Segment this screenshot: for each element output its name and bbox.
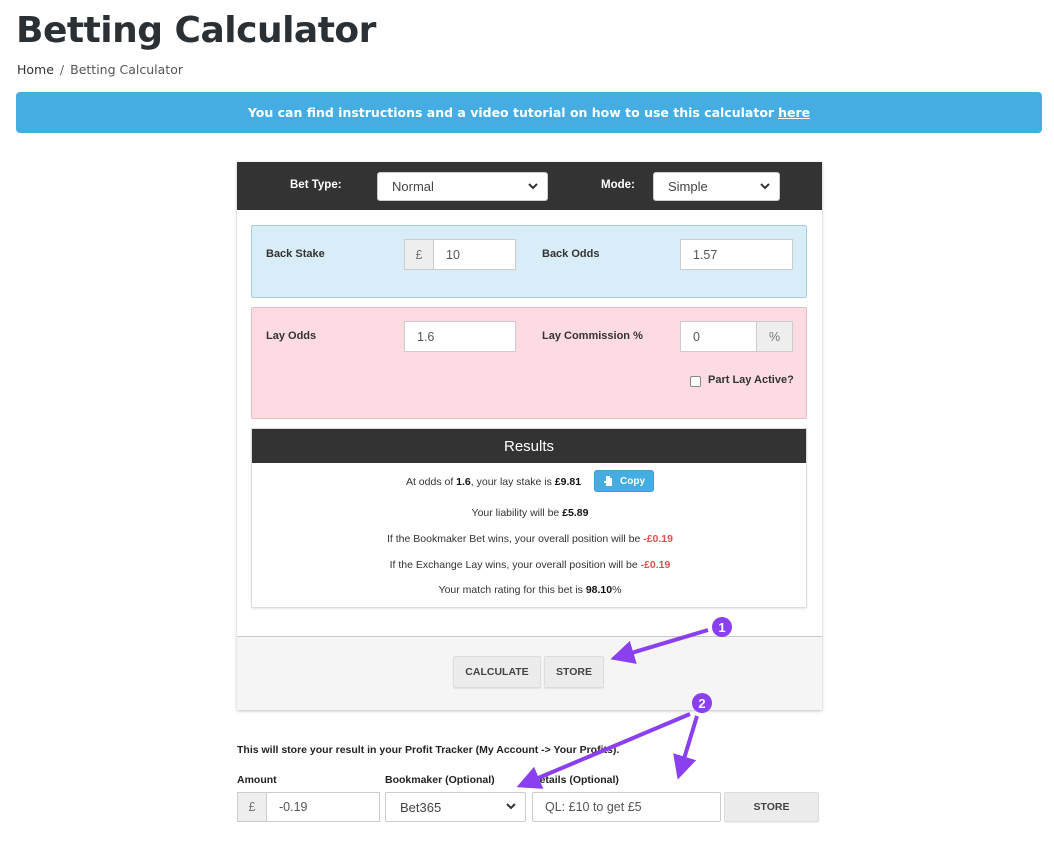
amount-currency-addon: £: [237, 792, 267, 822]
breadcrumb-home-link[interactable]: Home: [17, 62, 54, 77]
results-title: Results: [252, 429, 806, 463]
chevron-down-icon: [506, 803, 516, 810]
breadcrumb-current: Betting Calculator: [70, 62, 183, 77]
liability-value: £5.89: [562, 507, 589, 519]
store-button[interactable]: STORE: [544, 656, 604, 688]
back-bet-section: Back Stake £ 10 Back Odds 1.57: [251, 225, 807, 298]
liability-text: Your liability will be: [471, 507, 563, 519]
bookmaker-label: Bookmaker (Optional): [385, 774, 495, 786]
bet-type-label: Bet Type:: [290, 179, 342, 191]
bookmaker-value: Bet365: [400, 799, 442, 815]
lay-stake-value: £9.81: [554, 475, 582, 488]
copy-button[interactable]: Copy: [594, 470, 655, 492]
banner-here-link[interactable]: here: [778, 105, 810, 120]
bookmaker-wins-line: If the Bookmaker Bet wins, your overall …: [252, 533, 808, 545]
store-note: This will store your result in your Prof…: [237, 744, 620, 756]
part-lay-checkbox[interactable]: [690, 376, 701, 387]
calculator-panel: Bet Type: Normal Mode: Simple Back Stake…: [237, 162, 822, 710]
bookmaker-select[interactable]: Bet365: [385, 792, 526, 822]
calculator-footer: CALCULATE STORE: [237, 636, 822, 710]
amount-label: Amount: [237, 774, 277, 786]
match-rating-value: 98.10: [585, 584, 613, 596]
match-rating-line: Your match rating for this bet is 98.10%: [252, 584, 808, 596]
mode-value: Simple: [668, 179, 708, 194]
copy-hand-icon: [604, 476, 613, 486]
part-lay-label: Part Lay Active?: [708, 374, 794, 386]
lay-stake-line: At odds of 1.6, your lay stake is £9.81 …: [252, 470, 808, 493]
mode-label: Mode:: [601, 179, 635, 191]
back-odds-input[interactable]: 1.57: [680, 239, 793, 270]
page-title: Betting Calculator: [16, 10, 376, 51]
bookmaker-wins-text: If the Bookmaker Bet wins, your overall …: [387, 533, 644, 545]
breadcrumb: Home / Betting Calculator: [17, 62, 183, 77]
mode-select[interactable]: Simple: [653, 172, 780, 201]
store-result-button[interactable]: STORE: [724, 792, 819, 822]
match-rating-text: Your match rating for this bet is: [438, 584, 586, 596]
chevron-down-icon: [528, 183, 538, 190]
bet-type-value: Normal: [392, 179, 434, 194]
lay-stake-text-mid: , your lay stake is: [470, 475, 555, 488]
breadcrumb-separator: /: [59, 62, 65, 77]
calculator-header: Bet Type: Normal Mode: Simple: [237, 162, 822, 210]
liability-line: Your liability will be £5.89: [252, 507, 808, 519]
results-panel: Results At odds of 1.6, your lay stake i…: [251, 428, 807, 608]
lay-commission-input[interactable]: 0: [680, 321, 757, 352]
lay-odds-input[interactable]: 1.6: [404, 321, 516, 352]
lay-odds-value: 1.6: [456, 475, 471, 488]
back-stake-input[interactable]: 10: [433, 239, 516, 270]
exchange-wins-text: If the Exchange Lay wins, your overall p…: [389, 559, 641, 571]
currency-addon: £: [404, 239, 434, 270]
calculate-button[interactable]: CALCULATE: [453, 656, 541, 688]
bookmaker-wins-value: -£0.19: [643, 533, 673, 545]
instructions-banner: You can find instructions and a video tu…: [16, 92, 1042, 133]
copy-button-label: Copy: [620, 475, 646, 487]
lay-bet-section: Lay Odds 1.6 Lay Commission % 0 % Part L…: [251, 307, 807, 419]
percent-addon: %: [756, 321, 793, 352]
match-rating-suffix: %: [612, 584, 622, 596]
lay-commission-label: Lay Commission %: [542, 330, 643, 342]
lay-stake-text: At odds of: [405, 475, 457, 488]
lay-odds-label: Lay Odds: [266, 330, 317, 342]
banner-text: You can find instructions and a video tu…: [247, 105, 775, 120]
bet-type-select[interactable]: Normal: [377, 172, 548, 201]
chevron-down-icon: [760, 183, 770, 190]
back-stake-label: Back Stake: [266, 248, 325, 260]
exchange-wins-line: If the Exchange Lay wins, your overall p…: [252, 559, 808, 571]
arrow-to-details-input: [673, 715, 699, 780]
exchange-wins-value: -£0.19: [640, 559, 671, 571]
back-odds-label: Back Odds: [542, 248, 600, 260]
amount-input[interactable]: -0.19: [266, 792, 380, 822]
details-input[interactable]: QL: £10 to get £5: [532, 792, 721, 822]
details-label: Details (Optional): [532, 774, 619, 786]
